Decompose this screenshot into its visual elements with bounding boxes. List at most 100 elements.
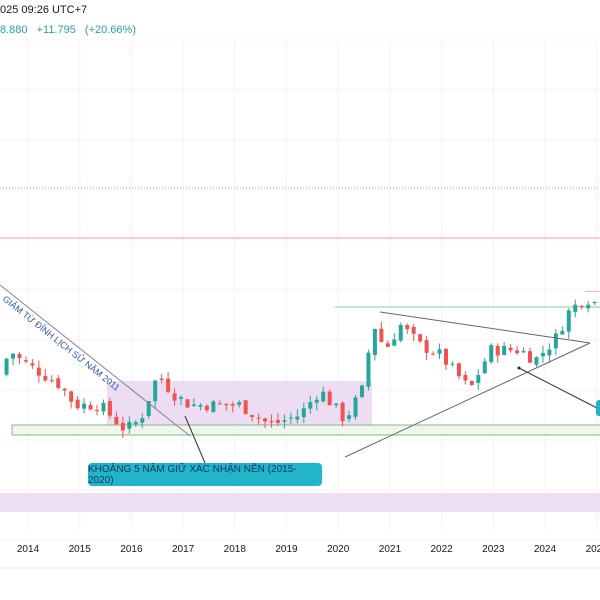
candle-down [62, 388, 67, 391]
candle-down [166, 378, 171, 392]
candle-up [476, 375, 481, 383]
candle-up [282, 420, 287, 422]
candle-down [495, 345, 500, 356]
time-axis[interactable]: 2014 2015 2016 2017 2018 2019 2020 2021 2022 2023… [17, 544, 600, 555]
candle-down [230, 404, 235, 406]
candle-up [586, 304, 591, 309]
candle-down [49, 380, 54, 382]
candle-up [191, 404, 196, 406]
candle-up [127, 421, 132, 429]
candle-up [372, 328, 377, 356]
candle-down [385, 343, 390, 347]
candle-up [11, 353, 16, 359]
candle-up [353, 397, 358, 417]
candle-down [340, 402, 345, 422]
x-tick-label: 2017 [172, 544, 195, 555]
price-chart[interactable]: GIẢM TỪ ĐỈNH LỊCH SỬ NĂM 2011 2014 2015 20… [0, 0, 600, 600]
candle-down [114, 416, 119, 425]
candle-up [295, 416, 300, 420]
candle-up [502, 346, 507, 355]
candle-down [243, 400, 248, 415]
triangle-top-line[interactable] [379, 311, 591, 344]
candle-down [17, 354, 22, 359]
x-tick-label: 2016 [120, 544, 143, 555]
candle-up [153, 380, 158, 402]
partial-label[interactable] [596, 400, 600, 416]
candle-up [101, 402, 106, 412]
candle-down [217, 403, 222, 405]
candle-down [30, 363, 35, 366]
candle-down [43, 375, 48, 381]
candle-down [250, 415, 255, 417]
candle-up [211, 401, 216, 413]
candle-up [4, 358, 9, 375]
candle-up [450, 363, 455, 365]
candle-up [308, 402, 313, 409]
candle-down [69, 391, 74, 402]
x-tick-label: 2019 [275, 544, 298, 555]
candle-down [456, 363, 461, 377]
candle-up [592, 302, 597, 304]
candle-up [347, 415, 352, 420]
top-marker [585, 291, 600, 292]
candle-down [75, 399, 80, 409]
candle-down [424, 340, 429, 353]
candle-up [482, 361, 487, 374]
candle-down [469, 381, 474, 385]
candle-up [288, 417, 293, 419]
candle-up [140, 418, 145, 423]
candle-down [256, 417, 261, 419]
candle-down [120, 422, 125, 431]
candle-down [36, 367, 41, 376]
candle-up [547, 349, 552, 356]
candle-up [534, 357, 539, 365]
support-zone[interactable] [11, 424, 600, 436]
candle-down [88, 405, 93, 410]
candle-down [269, 421, 274, 423]
candle-down [528, 351, 533, 363]
candle-up [237, 402, 242, 405]
pointer-arrow [518, 367, 598, 409]
candle-up [540, 352, 545, 357]
candle-down [23, 360, 28, 362]
downtrend-label: GIẢM TỪ ĐỈNH LỊCH SỬ NĂM 2011 [1, 293, 123, 393]
candle-down [224, 403, 229, 406]
candle-up [314, 399, 319, 403]
lower-zone-band[interactable] [0, 493, 600, 512]
candle-down [275, 420, 280, 423]
x-tick-label: 2022 [430, 544, 453, 555]
candle-up [301, 408, 306, 418]
candle-up [553, 333, 558, 349]
candle-down [508, 347, 513, 351]
candle-up [366, 352, 371, 387]
candle-down [95, 409, 100, 411]
candle-down [204, 405, 209, 411]
candle-up [521, 351, 526, 353]
x-tick-label: 2014 [17, 544, 40, 555]
candle-up [359, 385, 364, 398]
x-tick-label: 2023 [482, 544, 505, 555]
candle-down [185, 399, 190, 408]
candle-down [56, 378, 61, 388]
candle-up [179, 397, 184, 399]
candle-down [405, 325, 410, 330]
candle-down [418, 334, 423, 342]
candle-up [334, 403, 339, 406]
candle-down [443, 349, 448, 365]
candle-up [392, 339, 397, 346]
x-tick-label: 2018 [224, 544, 247, 555]
candle-up [82, 403, 87, 409]
chart-window[interactable]: 025 09:26 UTC+7 8.880 +11.795 (+20.66%) … [0, 0, 600, 600]
candle-up [133, 422, 138, 425]
candle-down [463, 375, 468, 381]
candle-down [327, 391, 332, 406]
candle-up [198, 405, 203, 407]
candle-up [437, 349, 442, 354]
candle-up [573, 304, 578, 313]
candle-up [489, 345, 494, 363]
candle-up [321, 391, 326, 402]
candle-up [560, 330, 565, 335]
candle-down [579, 305, 584, 308]
x-tick-label: 2024 [534, 544, 557, 555]
base-zone-label[interactable]: KHOẢNG 5 NĂM GIỮ XÁC NHẬN NỀN (2015-2020… [88, 463, 322, 486]
